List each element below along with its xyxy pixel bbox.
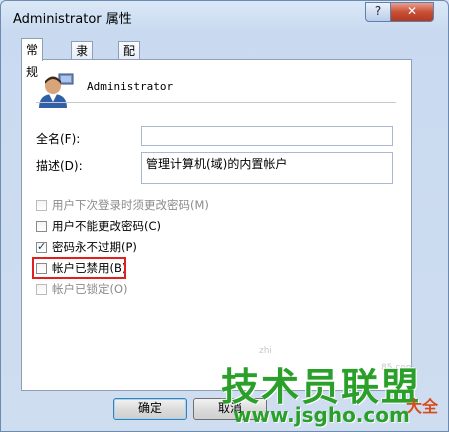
fullname-label: 全名(F):: [36, 132, 81, 146]
checkbox-must-change-password[interactable]: 用户下次登录时须更改密码(M): [36, 197, 209, 213]
checkbox-cannot-change-password[interactable]: 用户不能更改密码(C): [36, 218, 161, 234]
close-button[interactable]: ✕: [390, 2, 434, 22]
ok-button[interactable]: 确定: [113, 398, 187, 420]
checkbox-box: [36, 220, 47, 232]
highlight-box: [32, 257, 126, 279]
account-name: Administrator: [87, 80, 174, 93]
divider: [36, 102, 396, 103]
watermark-url: www.jsgho.com: [233, 403, 410, 427]
help-icon: ?: [374, 4, 382, 18]
user-icon: [39, 73, 74, 108]
watermark-faint-text: zhi: [259, 346, 272, 356]
checkbox-account-locked[interactable]: 帐户已锁定(O): [36, 281, 128, 297]
window-title: Administrator 属性: [13, 12, 132, 27]
checkbox-password-never-expires[interactable]: ✓ 密码永不过期(P): [36, 239, 137, 255]
tab-profile[interactable]: 配置文件: [118, 41, 141, 112]
help-button[interactable]: ?: [365, 2, 391, 22]
checkbox-label: 用户下次登录时须更改密码(M): [52, 198, 209, 212]
checkbox-label: 用户不能更改密码(C): [52, 219, 162, 233]
checkbox-label: 帐户已锁定(O): [52, 282, 128, 296]
checkbox-box: [36, 199, 47, 211]
checkbox-box: [36, 283, 47, 295]
checkmark-icon: ✓: [37, 239, 47, 253]
description-field[interactable]: 管理计算机(域)的内置帐户: [141, 152, 393, 184]
title-bar[interactable]: Administrator 属性 ? ✕: [1, 1, 448, 31]
checkbox-label: 密码永不过期(P): [52, 240, 137, 254]
fullname-field[interactable]: [141, 126, 393, 146]
properties-window: Administrator 属性 ? ✕ 常规 隶属于 配置文件 Adminis…: [0, 0, 449, 432]
checkbox-box: ✓: [36, 239, 47, 253]
close-icon: ✕: [406, 4, 418, 18]
general-panel: Administrator 全名(F): 描述(D): 管理计算机(域)的内置帐…: [21, 59, 412, 391]
tab-general[interactable]: 常规: [21, 38, 44, 79]
tab-member-of[interactable]: 隶属于: [71, 41, 94, 94]
watermark-tail-text: 大全: [406, 397, 439, 416]
description-label: 描述(D):: [36, 159, 83, 173]
